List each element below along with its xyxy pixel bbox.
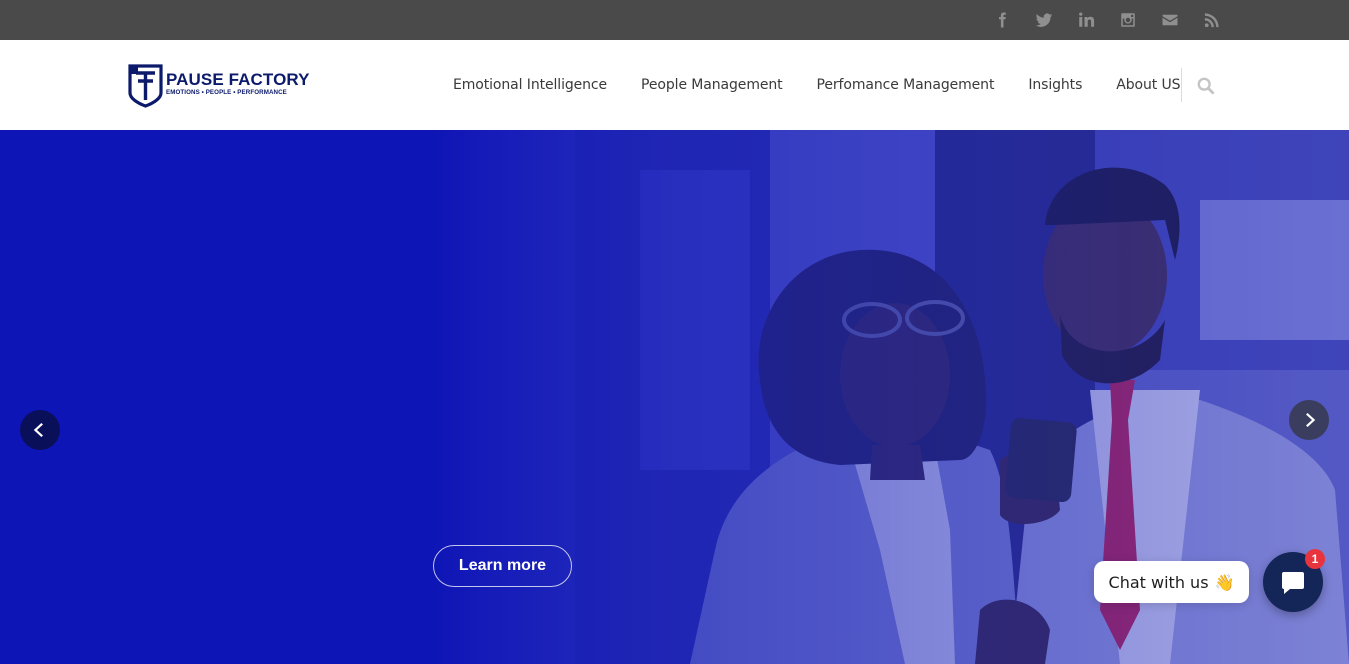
facebook-icon[interactable] [993,11,1011,29]
brand-name: PAUSE FACTORY [166,70,310,89]
slider-prev-button[interactable] [20,410,60,450]
chat-icon [1282,572,1304,594]
linkedin-icon[interactable] [1077,11,1095,29]
logo-shield-icon [128,64,163,108]
search-icon[interactable] [1196,76,1216,96]
learn-more-button[interactable]: Learn more [433,545,572,587]
nav-emotional-intelligence[interactable]: Emotional Intelligence [453,77,607,93]
instagram-icon[interactable] [1119,11,1137,29]
nav-divider [1181,68,1182,102]
rss-icon[interactable] [1203,11,1221,29]
site-logo[interactable]: PAUSE FACTORY EMOTIONS • PEOPLE • PERFOR… [128,64,310,108]
site-header: PAUSE FACTORY EMOTIONS • PEOPLE • PERFOR… [0,40,1349,130]
chat-prompt-label: Chat with us [1108,572,1209,592]
main-nav: Emotional Intelligence People Management… [453,40,1181,130]
social-links [993,0,1221,40]
nav-performance-management[interactable]: Perfomance Management [817,77,995,93]
nav-insights[interactable]: Insights [1028,77,1082,93]
chevron-left-icon [33,423,43,437]
nav-about-us[interactable]: About US [1116,77,1180,93]
twitter-icon[interactable] [1035,11,1053,29]
mail-icon[interactable] [1161,11,1179,29]
nav-people-management[interactable]: People Management [641,77,783,93]
chevron-right-icon [1306,413,1316,427]
slider-next-button[interactable] [1289,400,1329,440]
chat-prompt[interactable]: Chat with us 👋 [1094,561,1249,603]
chat-unread-badge: 1 [1305,549,1325,569]
social-bar [0,0,1349,40]
brand-tagline: EMOTIONS • PEOPLE • PERFORMANCE [166,89,287,96]
wave-icon: 👋 [1214,572,1235,592]
